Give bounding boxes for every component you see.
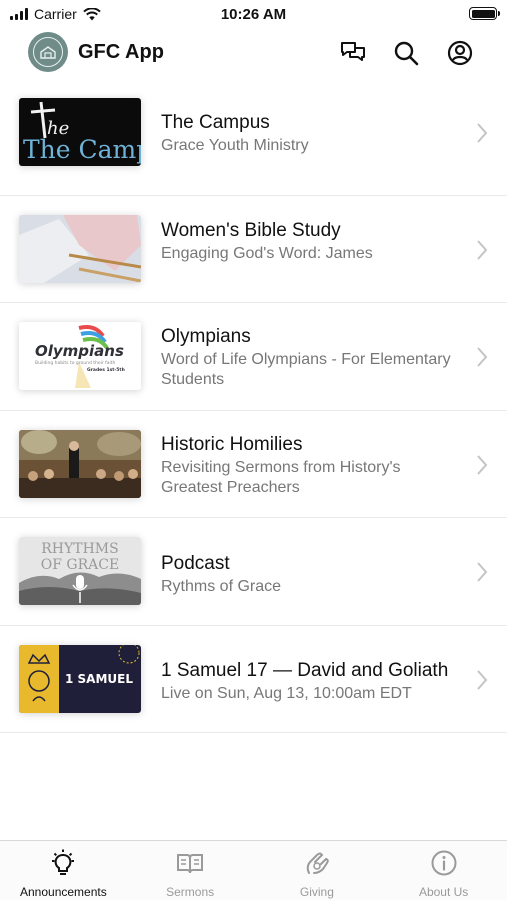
announcement-list: he The Campus The Campus Grace Youth Min… [0,88,507,733]
tab-giving[interactable]: Giving [254,841,381,900]
item-title: 1 Samuel 17 — David and Goliath [161,659,449,681]
item-text: The Campus Grace Youth Ministry [161,111,457,156]
item-subtitle: Revisiting Sermons from History's Greate… [161,458,401,496]
item-subtitle: Engaging God's Word: James [161,244,373,262]
profile-icon[interactable] [445,38,475,68]
item-subtitle: Word of Life Olympians - For Elementary … [161,351,451,388]
tab-announcements[interactable]: Announcements [0,841,127,900]
chevron-right-icon [477,123,488,143]
item-subtitle: Live on Sun, Aug 13, 10:00am EDT [161,684,412,702]
svg-text:RHYTHMS: RHYTHMS [41,541,118,557]
item-title: Women's Bible Study [161,219,341,241]
item-thumbnail [19,214,141,283]
list-item[interactable]: Historic Homilies Revisiting Sermons fro… [0,411,507,518]
item-title: Podcast [161,553,230,574]
status-bar: Carrier 10:26 AM [0,0,507,30]
tab-label: About Us [418,885,469,899]
item-text: 1 Samuel 17 — David and Goliath Live on … [161,659,457,704]
tab-label: Announcements [20,885,107,899]
list-item[interactable]: RHYTHMS OF GRACE Podcast Rythms of Grace [0,518,507,626]
item-title: Olympians [161,326,251,347]
chevron-right-icon [477,347,488,367]
chevron-right-icon [477,562,488,582]
tab-label: Sermons [166,885,215,899]
book-icon [177,854,204,874]
thumb-tagline: Building habits to ground their faith [35,360,116,366]
chevron-right-icon [477,669,488,690]
thumb-text: The Campus [23,135,141,164]
list-item[interactable]: Olympians Building habits to ground thei… [0,303,507,411]
battery-icon [469,7,500,20]
list-item[interactable]: 1 SAMUEL 1 Samuel 17 — David and Goliath… [0,626,507,733]
thumb-text: 1 SAMUEL [65,672,133,686]
svg-text:OF GRACE: OF GRACE [41,557,119,573]
search-icon[interactable] [391,38,421,68]
item-text: Olympians Word of Life Olympians - For E… [161,325,457,390]
item-title: The Campus [161,112,270,133]
tab-bar: Announcements Sermons Giving About Us [0,840,507,900]
item-thumbnail: he The Campus [19,98,141,166]
thumb-grades: Grades 1st-5th [87,367,125,373]
app-header: GFC App [0,30,507,82]
item-thumbnail: Olympians Building habits to ground thei… [19,322,141,390]
chevron-right-icon [477,454,488,475]
item-subtitle: Rythms of Grace [161,578,282,595]
giving-icon [306,852,329,874]
item-subtitle: Grace Youth Ministry [161,137,309,154]
item-thumbnail: RHYTHMS OF GRACE [19,537,141,605]
app-logo [28,32,68,72]
tab-sermons[interactable]: Sermons [127,841,254,900]
status-time: 10:26 AM [220,6,287,23]
tab-label: Giving [299,885,334,899]
item-text: Podcast Rythms of Grace [161,552,457,597]
item-thumbnail [19,429,141,498]
thumb-text: Olympians [35,342,124,360]
tab-about-us[interactable]: About Us [380,841,507,900]
item-text: Historic Homilies Revisiting Sermons fro… [161,433,457,498]
app-title: GFC App [78,41,164,63]
chat-icon[interactable] [338,38,368,68]
list-item[interactable]: he The Campus The Campus Grace Youth Min… [0,88,507,196]
item-title: Historic Homilies [161,433,303,455]
item-thumbnail: 1 SAMUEL [19,644,141,713]
item-text: Women's Bible Study Engaging God's Word:… [161,219,457,264]
chevron-right-icon [477,239,488,260]
list-item[interactable]: Women's Bible Study Engaging God's Word:… [0,196,507,303]
lightbulb-icon [52,849,75,875]
info-icon [431,850,457,876]
